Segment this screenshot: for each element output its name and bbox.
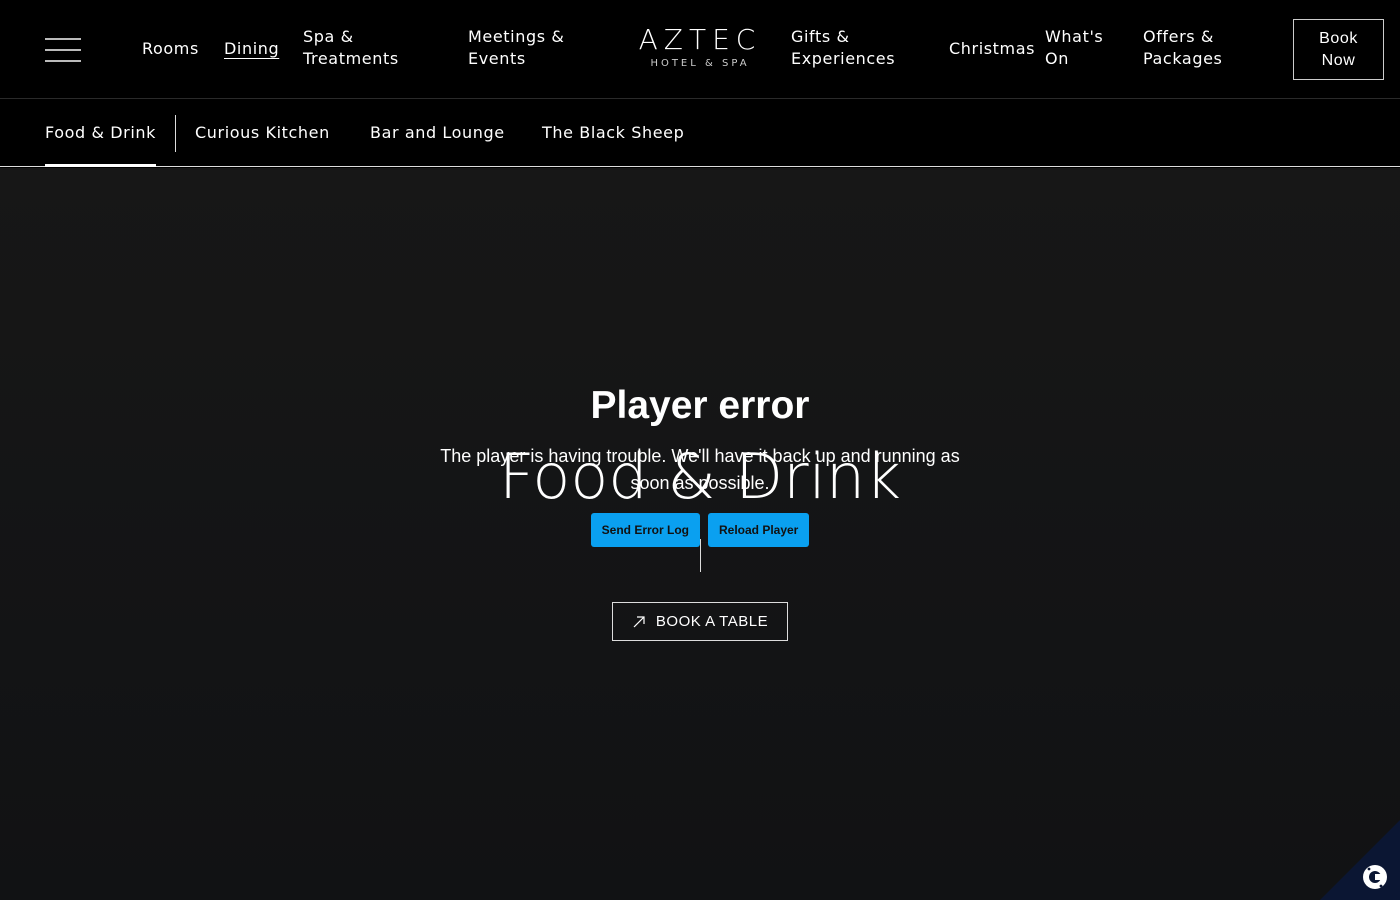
- player-error-actions: Send Error Log Reload Player: [420, 513, 980, 547]
- player-error-title: Player error: [590, 384, 810, 427]
- send-error-log-button[interactable]: Send Error Log: [590, 513, 700, 547]
- player-error-message: The player is having trouble. We'll have…: [440, 446, 960, 493]
- book-now-button[interactable]: Book Now: [1293, 19, 1384, 80]
- subnav-item-curious-kitchen[interactable]: Curious Kitchen: [195, 122, 330, 144]
- nav-item-meetings-events[interactable]: Meetings & Events: [468, 26, 588, 70]
- nav-item-offers-packages[interactable]: Offers & Packages: [1143, 26, 1253, 70]
- hero-section: Food & Drink BOOK A TABLE Player error T…: [0, 168, 1400, 900]
- nav-item-gifts-experiences[interactable]: Gifts & Experiences: [791, 26, 911, 70]
- cookie-icon: [1320, 820, 1400, 900]
- nav-item-rooms[interactable]: Rooms: [142, 38, 199, 60]
- book-table-button[interactable]: BOOK A TABLE: [612, 602, 788, 641]
- menu-icon[interactable]: [45, 38, 81, 62]
- subnav-divider: [175, 115, 176, 152]
- player-error-overlay: Player error The player is having troubl…: [420, 383, 980, 547]
- reload-player-button[interactable]: Reload Player: [707, 513, 810, 547]
- nav-item-christmas[interactable]: Christmas: [949, 38, 1035, 60]
- nav-item-spa-treatments[interactable]: Spa & Treatments: [303, 26, 423, 70]
- subnav-item-black-sheep[interactable]: The Black Sheep: [542, 122, 684, 144]
- cookie-settings-button[interactable]: [1320, 820, 1400, 900]
- logo-wordmark: AZTEC: [638, 23, 762, 56]
- nav-item-dining[interactable]: Dining: [224, 38, 279, 60]
- dining-subnav: Food & Drink Curious Kitchen Bar and Lou…: [0, 100, 1400, 167]
- nav-item-whats-on[interactable]: What's On: [1045, 26, 1125, 70]
- subnav-active-indicator: [45, 164, 156, 167]
- subnav-item-food-drink[interactable]: Food & Drink: [45, 122, 156, 144]
- aztec-logo[interactable]: AZTEC HOTEL & SPA: [600, 24, 800, 70]
- subnav-item-bar-lounge[interactable]: Bar and Lounge: [370, 122, 505, 144]
- arrow-up-right-icon: [633, 615, 645, 627]
- logo-subtitle: HOTEL & SPA: [650, 58, 750, 69]
- top-navigation: Rooms Dining Spa & Treatments Meetings &…: [0, 0, 1400, 99]
- book-table-label: BOOK A TABLE: [655, 613, 769, 630]
